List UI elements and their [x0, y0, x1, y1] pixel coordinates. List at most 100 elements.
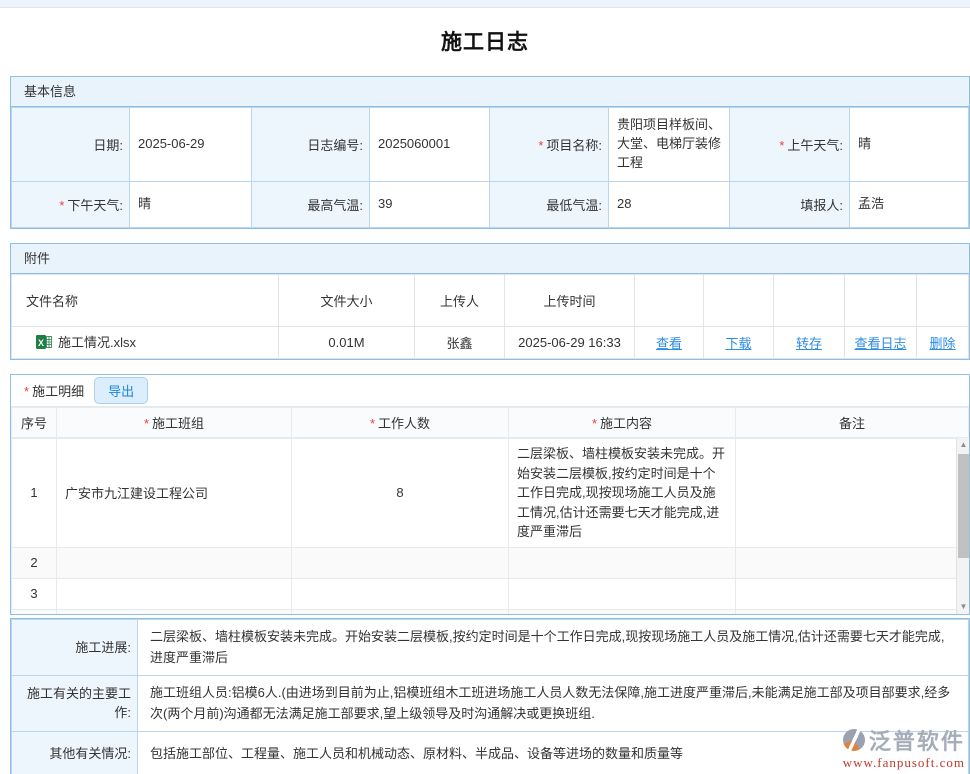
field-max-temp-value: 39 — [370, 182, 490, 228]
field-reporter-value: 孟浩 — [850, 182, 969, 228]
svg-text:X: X — [38, 338, 44, 348]
required-marker: * — [538, 138, 543, 153]
scrollbar-down-icon[interactable]: ▼ — [957, 600, 969, 614]
other-info-value: 包括施工部位、工程量、施工人员和机械动态、原材料、半成品、设备等进场的数量和质量… — [138, 731, 969, 774]
attachments-table: 文件名称 文件大小 上传人 上传时间 X — [11, 274, 969, 359]
field-max-temp-label: 最高气温: — [252, 182, 370, 228]
field-afternoon-weather-value: 晴 — [130, 182, 252, 228]
detail-col-remark: 备注 — [736, 408, 969, 438]
field-date-label: 日期: — [12, 108, 130, 182]
detail-col-workers: *工作人数 — [292, 408, 509, 438]
detail-section-title: *施工明细 — [24, 381, 84, 400]
required-marker: * — [779, 138, 784, 153]
main-work-label: 施工有关的主要工作: — [12, 675, 138, 731]
detail-col-content: *施工内容 — [509, 408, 736, 438]
attachments-col-upload-time: 上传时间 — [505, 275, 635, 327]
table-row: 1 广安市九江建设工程公司 8 二层梁板、墙柱模板安装未完成。开始安装二层模板,… — [12, 439, 958, 548]
top-strip — [0, 0, 970, 8]
detail-row-content — [509, 547, 736, 578]
detail-row-workers: 8 — [292, 439, 509, 548]
detail-col-no: 序号 — [12, 408, 57, 438]
table-row: 施工有关的主要工作: 施工班组人员:铝模6人.(由进场到目前为止,铝模班组木工班… — [12, 675, 969, 731]
attachment-file-size: 0.01M — [279, 327, 415, 359]
required-marker: * — [592, 416, 597, 431]
detail-row-remark — [736, 609, 958, 614]
detail-row-remark — [736, 578, 958, 609]
basic-info-section-title: 基本信息 — [11, 77, 969, 107]
summary-section: 施工进展: 二层梁板、墙柱模板安装未完成。开始安装二层模板,按约定时间是十个工作… — [10, 618, 970, 774]
delete-link[interactable]: 删除 — [929, 336, 955, 351]
table-row: 施工进展: 二层梁板、墙柱模板安装未完成。开始安装二层模板,按约定时间是十个工作… — [12, 620, 969, 676]
field-reporter-label: 填报人: — [730, 182, 850, 228]
detail-row-remark — [736, 439, 958, 548]
detail-header-table: 序号 *施工班组 *工作人数 *施工内容 备注 — [11, 407, 969, 438]
detail-row-workers — [292, 578, 509, 609]
detail-row-team — [57, 609, 292, 614]
field-morning-weather-value: 晴 — [850, 108, 969, 182]
attachment-uploader: 张鑫 — [415, 327, 505, 359]
attachment-upload-time: 2025-06-29 16:33 — [505, 327, 635, 359]
download-link[interactable]: 下载 — [725, 336, 751, 351]
table-row: 3 — [12, 578, 958, 609]
vertical-scrollbar[interactable]: ▲ ▼ — [956, 438, 969, 614]
field-project-name-label: *项目名称: — [490, 108, 609, 182]
main-work-value: 施工班组人员:铝模6人.(由进场到目前为止,铝模班组木工班进场施工人员人数无法保… — [138, 675, 969, 731]
table-row: 其他有关情况: 包括施工部位、工程量、施工人员和机械动态、原材料、半成品、设备等… — [12, 731, 969, 774]
attachments-col-file-name: 文件名称 — [12, 275, 279, 327]
table-row: 4 — [12, 609, 958, 614]
summary-table: 施工进展: 二层梁板、墙柱模板安装未完成。开始安装二层模板,按约定时间是十个工作… — [11, 619, 969, 774]
page-title: 施工日志 — [0, 26, 970, 56]
attachments-section-title: 附件 — [11, 244, 969, 274]
field-project-name-value: 贵阳项目样板间、大堂、电梯厅装修工程 — [609, 108, 730, 182]
view-log-link[interactable]: 查看日志 — [854, 336, 906, 351]
detail-table-body: 1 广安市九江建设工程公司 8 二层梁板、墙柱模板安装未完成。开始安装二层模板,… — [11, 438, 969, 614]
attachments-col-empty — [845, 275, 917, 327]
detail-section-header: *施工明细 导出 — [11, 375, 969, 407]
field-log-number-value: 2025060001 — [370, 108, 490, 182]
required-marker: * — [59, 198, 64, 213]
attachments-section: 附件 文件名称 文件大小 上传人 上传时间 — [10, 243, 970, 360]
detail-row-team: 广安市九江建设工程公司 — [57, 439, 292, 548]
excel-icon: X — [36, 334, 52, 350]
attachments-col-file-size: 文件大小 — [279, 275, 415, 327]
scrollbar-thumb[interactable] — [958, 454, 969, 558]
detail-row-remark — [736, 547, 958, 578]
detail-body-table: 1 广安市九江建设工程公司 8 二层梁板、墙柱模板安装未完成。开始安装二层模板,… — [11, 438, 958, 614]
detail-row-workers — [292, 609, 509, 614]
detail-row-no: 4 — [12, 609, 57, 614]
detail-row-content: 二层梁板、墙柱模板安装未完成。开始安装二层模板,按约定时间是十个工作日完成,现按… — [509, 439, 736, 548]
field-min-temp-label: 最低气温: — [490, 182, 609, 228]
attachment-row: X 施工情况.xlsx 0.01M 张鑫 2025-06-29 16:33 查看… — [12, 327, 969, 359]
transfer-link[interactable]: 转存 — [796, 336, 822, 351]
detail-row-content — [509, 578, 736, 609]
other-info-label: 其他有关情况: — [12, 731, 138, 774]
required-marker: * — [24, 384, 29, 399]
attachment-file-name-cell: X 施工情况.xlsx — [12, 327, 279, 359]
field-date-value: 2025-06-29 — [130, 108, 252, 182]
attachments-col-empty — [917, 275, 969, 327]
detail-col-team: *施工班组 — [57, 408, 292, 438]
progress-label: 施工进展: — [12, 620, 138, 676]
attachments-col-empty — [635, 275, 704, 327]
required-marker: * — [370, 416, 375, 431]
scrollbar-up-icon[interactable]: ▲ — [957, 438, 969, 452]
detail-row-workers — [292, 547, 509, 578]
detail-row-team — [57, 578, 292, 609]
field-min-temp-value: 28 — [609, 182, 730, 228]
attachments-col-empty — [704, 275, 774, 327]
view-link[interactable]: 查看 — [656, 336, 682, 351]
construction-log-page: 施工日志 基本信息 日期: 2025-06-29 日志编号: 202506000… — [0, 0, 970, 774]
export-button[interactable]: 导出 — [94, 377, 148, 404]
required-marker: * — [144, 416, 149, 431]
detail-row-no: 2 — [12, 547, 57, 578]
detail-section: *施工明细 导出 序号 *施工班组 *工作人数 *施工内容 备注 1 — [10, 374, 970, 615]
detail-row-no: 3 — [12, 578, 57, 609]
table-row: 2 — [12, 547, 958, 578]
basic-info-section: 基本信息 日期: 2025-06-29 日志编号: 2025060001 *项目… — [10, 76, 970, 229]
attachment-file-name: 施工情况.xlsx — [58, 332, 136, 351]
field-afternoon-weather-label: *下午天气: — [12, 182, 130, 228]
field-log-number-label: 日志编号: — [252, 108, 370, 182]
detail-row-team — [57, 547, 292, 578]
attachments-col-uploader: 上传人 — [415, 275, 505, 327]
detail-row-content — [509, 609, 736, 614]
